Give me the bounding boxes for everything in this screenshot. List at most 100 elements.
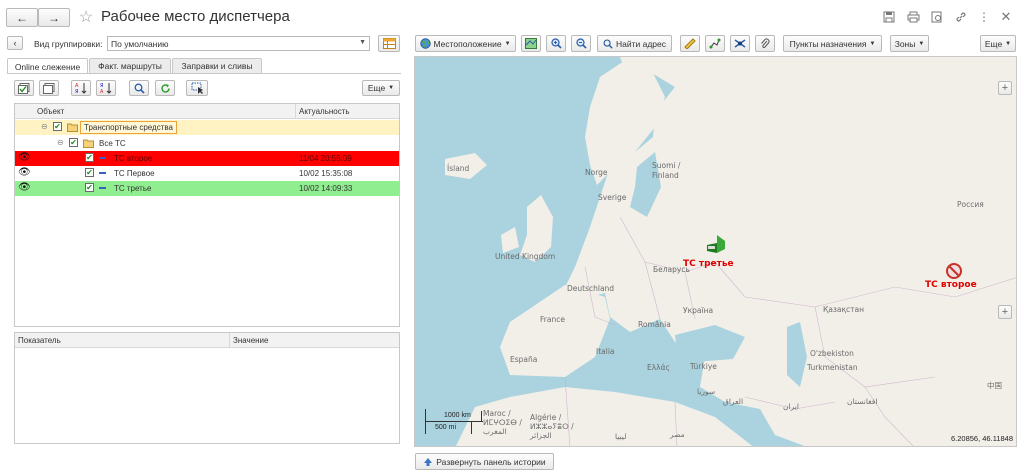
table-row[interactable]: 👁 ✔ ТС Первое 10/02 15:35:08 xyxy=(15,166,399,181)
table-header: Объект Актуальность xyxy=(15,104,399,119)
map-label-deutschland: Deutschland xyxy=(567,284,615,293)
destinations-button[interactable]: Пункты назначения ▼ xyxy=(783,35,882,52)
ruler-button[interactable] xyxy=(680,35,700,52)
column-header-indicator[interactable]: Показатель xyxy=(18,336,61,345)
tab-online[interactable]: Online слежение xyxy=(7,58,88,74)
sort-desc-button[interactable]: ЯА xyxy=(96,80,116,96)
uncheck-all-icon xyxy=(43,82,55,94)
map-label-kazakhstan: Қазақстан xyxy=(823,305,865,314)
vehicle-name: ТС Первое xyxy=(114,169,155,178)
row-checkbox[interactable]: ✔ xyxy=(85,153,94,162)
globe-icon xyxy=(420,38,432,49)
preview-icon[interactable] xyxy=(930,10,944,24)
scale-mi: 500 mi xyxy=(435,424,457,431)
map-label-france: France xyxy=(540,315,565,324)
zones-button[interactable]: Зоны ▼ xyxy=(890,35,929,52)
uncheck-all-button[interactable] xyxy=(39,80,59,96)
chevron-down-icon: ▼ xyxy=(388,85,395,91)
select-on-map-button[interactable] xyxy=(186,80,208,96)
tree-row-root[interactable]: ⊖ ✔ Транспортные средства xyxy=(15,120,399,135)
eye-icon[interactable]: 👁 xyxy=(18,182,31,193)
map-zoom-in-button[interactable]: + xyxy=(998,81,1012,95)
tree-row-group[interactable]: ⊖ ✔ Все ТС xyxy=(15,136,399,151)
chevron-down-icon[interactable]: ▼ xyxy=(359,39,366,46)
map-label-misr: مصر xyxy=(670,430,685,439)
destinations-label: Пункты назначения xyxy=(789,38,867,49)
arrow-left-icon: ← xyxy=(16,10,28,25)
forward-button[interactable]: → xyxy=(38,8,70,27)
find-address-button[interactable]: Найти адрес xyxy=(597,35,672,52)
location-button[interactable]: Местоположение ▼ xyxy=(415,35,516,52)
column-header-object[interactable]: Объект xyxy=(37,107,64,116)
zones-tool-button[interactable] xyxy=(730,35,750,52)
print-icon[interactable] xyxy=(906,10,920,24)
more-vertical-icon[interactable]: ⋮ xyxy=(978,9,990,25)
refresh-button[interactable] xyxy=(155,80,175,96)
back-button[interactable]: ← xyxy=(6,8,38,27)
vehicle-time: 11/04 20:55:09 xyxy=(299,154,352,163)
truck-marker-icon[interactable] xyxy=(705,233,727,255)
find-address-label: Найти адрес xyxy=(615,38,666,49)
vehicle-icon xyxy=(99,157,106,159)
map-label-italia: Italia xyxy=(596,347,615,356)
map-view[interactable]: Ísland Norge Suomi / Finland Sverige Uni… xyxy=(414,56,1017,447)
checkbox-root[interactable]: ✔ xyxy=(53,122,62,131)
arrow-right-icon: → xyxy=(48,10,60,25)
map-label-china: 中国 xyxy=(987,381,1002,390)
no-signal-marker-icon[interactable] xyxy=(945,262,963,280)
map-label-ellas: Ελλάς xyxy=(647,363,670,372)
map-label-iraq: العراق xyxy=(723,397,744,406)
grouping-select[interactable]: По умолчанию ▼ xyxy=(107,36,370,51)
expand-history-button[interactable]: Развернуть панель истории xyxy=(415,453,554,470)
sort-desc-icon: ЯА xyxy=(100,83,111,94)
save-icon[interactable] xyxy=(882,10,896,24)
column-header-actuality[interactable]: Актуальность xyxy=(299,107,350,116)
coordinates-readout: 6.20856, 46.11848 xyxy=(950,434,1013,443)
route-button[interactable] xyxy=(705,35,725,52)
tab-refuels[interactable]: Заправки и сливы xyxy=(172,58,262,73)
grouping-settings-button[interactable] xyxy=(378,35,400,52)
left-more-button[interactable]: Еще ▼ xyxy=(362,80,400,96)
paperclip-icon xyxy=(761,38,770,48)
eye-icon[interactable]: 👁 xyxy=(18,167,31,178)
star-icon[interactable]: ☆ xyxy=(77,7,95,27)
column-header-value[interactable]: Значение xyxy=(233,336,268,345)
scale-tick xyxy=(425,409,426,434)
collapse-panel-button[interactable]: ‹ xyxy=(7,36,23,50)
zoom-out-button[interactable] xyxy=(571,35,591,52)
sort-asc-button[interactable]: АЯ xyxy=(71,80,91,96)
link-icon[interactable] xyxy=(954,10,968,24)
eye-icon[interactable]: 👁 xyxy=(18,152,31,163)
row-checkbox[interactable]: ✔ xyxy=(85,183,94,192)
tab-routes[interactable]: Факт. маршруты xyxy=(89,58,171,73)
table-row[interactable]: 👁 ✔ ТС третье 10/02 14:09:33 xyxy=(15,181,399,196)
scale-bar: 1000 km 500 mi xyxy=(422,409,484,435)
map-layers-button[interactable] xyxy=(521,35,541,52)
map-more-button[interactable]: Еще ▼ xyxy=(980,35,1016,52)
table-row[interactable]: 👁 ✔ ТС второе 11/04 20:55:09 xyxy=(15,151,399,166)
chevron-down-icon: ▼ xyxy=(1005,40,1012,47)
map-zoom-in-button-lower[interactable]: + xyxy=(998,305,1012,319)
close-icon[interactable]: ✕ xyxy=(998,9,1014,25)
chevron-down-icon: ▼ xyxy=(869,40,876,47)
map-label-afghanistan: افغانستان xyxy=(847,397,878,406)
map-label-ukraina: Україна xyxy=(683,306,714,315)
check-all-button[interactable] xyxy=(14,80,34,96)
route-icon xyxy=(709,38,721,49)
search-icon xyxy=(603,39,613,49)
map-label-espana: España xyxy=(510,355,538,364)
folder-icon xyxy=(67,123,78,132)
row-checkbox[interactable]: ✔ xyxy=(85,168,94,177)
attach-button[interactable] xyxy=(755,35,775,52)
collapse-icon[interactable]: ⊖ xyxy=(41,122,48,131)
vehicle-icon xyxy=(99,187,106,189)
scale-km: 1000 km xyxy=(444,412,471,419)
checkbox-group[interactable]: ✔ xyxy=(69,138,78,147)
map-label-sverige: Sverige xyxy=(598,193,627,202)
tree-group-label: Все ТС xyxy=(99,139,126,148)
zoom-in-button[interactable] xyxy=(546,35,566,52)
find-button[interactable] xyxy=(129,80,149,96)
settings-grid-icon xyxy=(382,38,396,49)
map-label-turkiye: Türkiye xyxy=(690,362,717,371)
collapse-icon[interactable]: ⊖ xyxy=(57,138,64,147)
